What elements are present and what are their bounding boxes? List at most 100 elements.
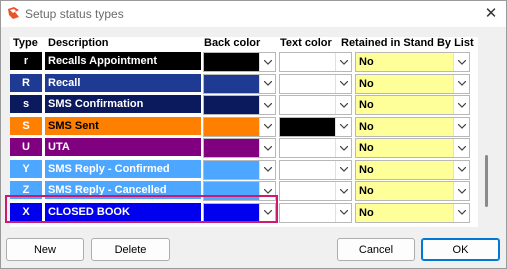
retained-dropdown[interactable]: No: [355, 116, 470, 137]
chevron-down-icon[interactable]: [259, 139, 275, 157]
description-cell[interactable]: SMS Confirmation: [45, 95, 201, 113]
back-color-swatch: [204, 117, 259, 136]
text-color-dropdown[interactable]: [279, 159, 352, 180]
description-cell[interactable]: Recall: [45, 73, 201, 92]
retained-dropdown[interactable]: No: [355, 95, 470, 115]
description-cell[interactable]: UTA: [45, 138, 201, 156]
retained-value: No: [359, 142, 374, 154]
type-cell[interactable]: Y: [10, 159, 42, 178]
chevron-down-icon[interactable]: [453, 182, 469, 200]
chevron-down-icon[interactable]: [335, 53, 351, 71]
retained-dropdown[interactable]: No: [355, 138, 470, 158]
header-type: Type: [13, 37, 38, 49]
cancel-button[interactable]: Cancel: [337, 238, 415, 261]
type-cell[interactable]: s: [10, 95, 42, 113]
new-button[interactable]: New: [6, 238, 84, 261]
retained-value: No: [359, 77, 374, 90]
scrollbar-thumb[interactable]: [485, 155, 488, 207]
vertical-scrollbar[interactable]: [481, 37, 493, 227]
table-row[interactable]: Y SMS Reply - Confirmed No: [10, 159, 478, 180]
text-color-swatch: [280, 182, 335, 200]
retained-dropdown[interactable]: No: [355, 202, 470, 223]
chevron-down-icon[interactable]: [335, 139, 351, 157]
text-color-swatch: [280, 96, 335, 114]
back-color-swatch: [204, 139, 259, 157]
chevron-down-icon[interactable]: [453, 203, 469, 222]
chevron-down-icon[interactable]: [335, 96, 351, 114]
chevron-down-icon[interactable]: [259, 74, 275, 93]
header-description: Description: [48, 37, 109, 49]
text-color-dropdown[interactable]: [279, 202, 352, 223]
chevron-down-icon[interactable]: [453, 74, 469, 93]
back-color-swatch: [204, 74, 259, 93]
setup-status-types-dialog: Setup status types ✕ Type Description Ba…: [0, 0, 507, 269]
back-color-swatch: [204, 53, 259, 71]
title-bar: Setup status types ✕: [1, 1, 506, 27]
retained-value: No: [359, 120, 374, 133]
header-back-color: Back color: [204, 37, 261, 49]
text-color-dropdown[interactable]: [279, 73, 352, 94]
description-cell[interactable]: SMS Sent: [45, 116, 201, 135]
text-color-swatch: [280, 117, 335, 136]
retained-dropdown[interactable]: No: [355, 73, 470, 94]
chevron-down-icon[interactable]: [259, 160, 275, 179]
retained-value: No: [359, 185, 374, 197]
chevron-down-icon[interactable]: [453, 117, 469, 136]
chevron-down-icon[interactable]: [453, 96, 469, 114]
back-color-dropdown[interactable]: [203, 159, 276, 180]
description-cell[interactable]: SMS Reply - Confirmed: [45, 159, 201, 178]
text-color-swatch: [280, 203, 335, 222]
window-title: Setup status types: [25, 7, 124, 21]
retained-dropdown[interactable]: No: [355, 181, 470, 201]
table-row[interactable]: R Recall No: [10, 73, 478, 94]
retained-value: No: [359, 163, 374, 176]
type-cell[interactable]: r: [10, 52, 42, 70]
description-cell[interactable]: Recalls Appointment: [45, 52, 201, 70]
text-color-swatch: [280, 160, 335, 179]
chevron-down-icon[interactable]: [335, 203, 351, 222]
text-color-swatch: [280, 139, 335, 157]
back-color-dropdown[interactable]: [203, 116, 276, 137]
back-color-dropdown[interactable]: [203, 73, 276, 94]
back-color-swatch: [204, 160, 259, 179]
type-cell[interactable]: S: [10, 116, 42, 135]
chevron-down-icon[interactable]: [259, 117, 275, 136]
chevron-down-icon[interactable]: [259, 96, 275, 114]
table-row[interactable]: S SMS Sent No: [10, 116, 478, 137]
retained-value: No: [359, 206, 374, 219]
table-row[interactable]: U UTA No: [10, 138, 478, 158]
chevron-down-icon[interactable]: [335, 182, 351, 200]
table-row[interactable]: s SMS Confirmation No: [10, 95, 478, 115]
back-color-dropdown[interactable]: [203, 95, 276, 115]
text-color-dropdown[interactable]: [279, 52, 352, 72]
text-color-swatch: [280, 74, 335, 93]
ok-button[interactable]: OK: [421, 238, 500, 261]
text-color-dropdown[interactable]: [279, 138, 352, 158]
text-color-dropdown[interactable]: [279, 95, 352, 115]
chevron-down-icon[interactable]: [335, 160, 351, 179]
chevron-down-icon[interactable]: [453, 53, 469, 71]
back-color-dropdown[interactable]: [203, 138, 276, 158]
header-text-color: Text color: [280, 37, 332, 49]
delete-button[interactable]: Delete: [91, 238, 170, 261]
chevron-down-icon[interactable]: [259, 53, 275, 71]
chevron-down-icon[interactable]: [335, 117, 351, 136]
text-color-dropdown[interactable]: [279, 116, 352, 137]
back-color-dropdown[interactable]: [203, 52, 276, 72]
type-cell[interactable]: U: [10, 138, 42, 156]
chevron-down-icon[interactable]: [453, 139, 469, 157]
text-color-dropdown[interactable]: [279, 181, 352, 201]
header-retained: Retained in Stand By List: [341, 37, 474, 49]
close-icon: ✕: [484, 5, 498, 22]
retained-value: No: [359, 56, 374, 68]
table-row[interactable]: r Recalls Appointment No: [10, 52, 478, 72]
text-color-swatch: [280, 53, 335, 71]
chevron-down-icon[interactable]: [453, 160, 469, 179]
selected-row-highlight: [5, 195, 278, 223]
close-button[interactable]: ✕: [478, 1, 504, 25]
retained-dropdown[interactable]: No: [355, 159, 470, 180]
chevron-down-icon[interactable]: [335, 74, 351, 93]
retained-dropdown[interactable]: No: [355, 52, 470, 72]
app-logo-icon: [8, 7, 19, 19]
type-cell[interactable]: R: [10, 73, 42, 92]
